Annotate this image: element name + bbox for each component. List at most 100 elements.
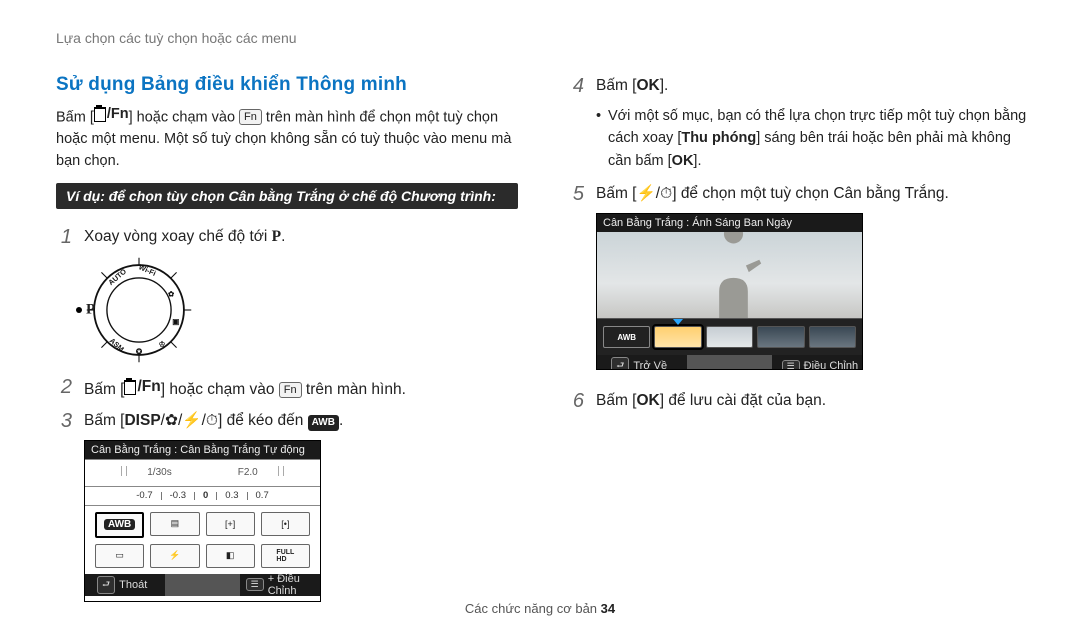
step2-pre: Bấm [	[84, 381, 124, 398]
step4-note: Với một số mục, bạn có thể lựa chọn trực…	[596, 105, 1030, 172]
mode-dial: P	[84, 255, 518, 365]
section-title: Sử dụng Bảng điều khiển Thông minh	[56, 74, 518, 96]
cell-metering[interactable]: [•]	[261, 512, 310, 536]
trash-fn-icon: /Fn	[124, 375, 160, 400]
step3-end: .	[339, 412, 343, 429]
menu-icon: ☰	[246, 578, 264, 591]
step-number: 3	[56, 409, 72, 434]
dial-svg: AUTO Wi-Fi ASM ✿ ▣ ♔ ✪	[84, 255, 194, 365]
adjust-label: + Điều Chỉnh	[268, 573, 320, 597]
fn-chip-icon: Fn	[239, 109, 262, 125]
wb-option-daylight[interactable]	[654, 326, 701, 348]
step-6: 6 Bấm [OK] để lưu cài đặt của bạn.	[568, 389, 1030, 414]
adjust-button[interactable]: ☰ + Điều Chỉnh	[246, 574, 320, 596]
svg-text:✪: ✪	[135, 347, 142, 356]
step-3: 3 Bấm [DISP///] để kéo đến AWB.	[56, 409, 518, 434]
back-button[interactable]: ⮐ Trở Về	[597, 355, 681, 370]
panel-exposure-row: 1/30s F2.0	[85, 459, 320, 487]
svg-text:♔: ♔	[159, 340, 166, 349]
step6-post: ] để lưu cài đặt của bạn.	[660, 392, 826, 409]
panel-bottom-bar: ⮐ Thoát ☰ + Điều Chỉnh	[85, 574, 320, 596]
flash-icon	[636, 185, 655, 202]
intro-part1: Bấm [	[56, 109, 94, 125]
step-number: 2	[56, 375, 72, 403]
awb-icon: AWB	[104, 519, 135, 530]
page-number: 34	[601, 601, 615, 616]
ev-tick: -0.7	[136, 490, 152, 501]
disp-label: DISP	[124, 412, 160, 429]
camera-wb-preview: Cân Bằng Trắng : Ánh Sáng Ban Ngày AWB	[596, 213, 863, 370]
footer-label: Các chức năng cơ bản	[465, 601, 601, 616]
step4-pre: Bấm [	[596, 77, 636, 94]
ok-button-label: OK	[672, 150, 694, 172]
intro-text: Bấm [/Fn] hoặc chạm vào Fn trên màn hình…	[56, 104, 518, 173]
ok-button-label: OK	[636, 389, 659, 414]
step-5: 5 Bấm [/] để chọn một tuỳ chọn Cân bằng …	[568, 182, 1030, 207]
page-footer: Các chức năng cơ bản 34	[0, 601, 1080, 616]
wb-option-cloudy[interactable]	[706, 326, 753, 348]
ev-tick: 0.3	[225, 490, 238, 501]
dial-indicator-dot	[76, 307, 82, 313]
timer-icon	[660, 185, 672, 202]
step-1: 1 Xoay vòng xoay chế độ tới P.	[56, 225, 518, 250]
menu-icon: ☰	[782, 360, 800, 371]
step-number: 6	[568, 389, 584, 414]
step-number: 4	[568, 74, 584, 99]
step2-mid: ] hoặc chạm vào	[161, 381, 279, 398]
shutter-value: 1/30s	[147, 467, 171, 478]
ev-tick: 0	[203, 490, 208, 501]
back-label: Trở Về	[633, 360, 667, 370]
wb-option-tungsten[interactable]	[809, 326, 856, 348]
back-icon: ⮐	[97, 576, 115, 594]
wb-option-auto[interactable]: AWB	[603, 326, 650, 348]
flash-icon	[182, 412, 201, 429]
ev-tick: -0.3	[170, 490, 186, 501]
step-number: 1	[56, 225, 72, 250]
step1-text: Xoay vòng xoay chế độ tới	[84, 228, 272, 245]
panel-title: Cân Bằng Trắng : Ánh Sáng Ban Ngày	[597, 214, 862, 232]
wb-thumbnail-strip: AWB	[597, 319, 862, 355]
step3-post: ] để kéo đến	[218, 412, 308, 429]
cell-iso[interactable]: ▤	[150, 512, 199, 536]
person-silhouette-icon	[698, 232, 768, 318]
step1-end: .	[281, 228, 285, 245]
svg-text:▣: ▣	[172, 317, 179, 326]
zoom-label: Thu phóng	[681, 130, 756, 146]
step5-post: ] để chọn một tuỳ chọn Cân bằng Trắng.	[672, 185, 949, 202]
step-2: 2 Bấm [/Fn] hoặc chạm vào Fn trên màn hì…	[56, 375, 518, 403]
back-icon: ⮐	[611, 357, 629, 370]
ev-slider: -0.7 -0.3 0 0.3 0.7	[85, 487, 320, 506]
cell-quality[interactable]: FULLHD	[261, 544, 310, 568]
trash-fn-icon: /Fn	[94, 104, 129, 126]
mode-p-letter: P	[272, 228, 281, 245]
fn-label: /Fn	[137, 375, 160, 400]
wb-option-fluorescent[interactable]	[757, 326, 804, 348]
adjust-label: Điều Chỉnh	[804, 360, 858, 370]
dial-mode-p: P	[86, 302, 95, 319]
cell-drive[interactable]: ▭	[95, 544, 144, 568]
panel-bottom-bar: ⮐ Trở Về ☰ Điều Chỉnh	[597, 355, 862, 370]
cell-flash[interactable]: ⚡	[150, 544, 199, 568]
fn-label: /Fn	[107, 104, 129, 126]
exit-button[interactable]: ⮐ Thoát	[85, 574, 159, 596]
adjust-button[interactable]: ☰ Điều Chỉnh	[778, 355, 862, 370]
step-4: 4 Bấm [OK].	[568, 74, 1030, 99]
preview-photo	[597, 232, 862, 319]
aperture-value: F2.0	[238, 467, 258, 478]
awb-pill-icon: AWB	[308, 415, 339, 431]
step2-post: trên màn hình.	[302, 381, 406, 398]
cell-focus[interactable]: [+]	[206, 512, 255, 536]
macro-icon	[165, 412, 178, 429]
exit-label: Thoát	[119, 579, 147, 591]
dial-label-wifi: Wi-Fi	[137, 263, 157, 278]
cell-awb[interactable]: AWB	[95, 512, 144, 538]
timer-icon	[206, 412, 218, 429]
camera-smart-panel: Cân Bằng Trắng : Cân Bằng Trắng Tự động …	[84, 440, 321, 602]
step4-post: ].	[660, 77, 669, 94]
step-number: 5	[568, 182, 584, 207]
note-post: ].	[693, 153, 701, 169]
svg-text:✿: ✿	[168, 290, 174, 299]
ev-tick: 0.7	[256, 490, 269, 501]
intro-part2: ] hoặc chạm vào	[129, 109, 239, 125]
cell-size[interactable]: ◧	[206, 544, 255, 568]
